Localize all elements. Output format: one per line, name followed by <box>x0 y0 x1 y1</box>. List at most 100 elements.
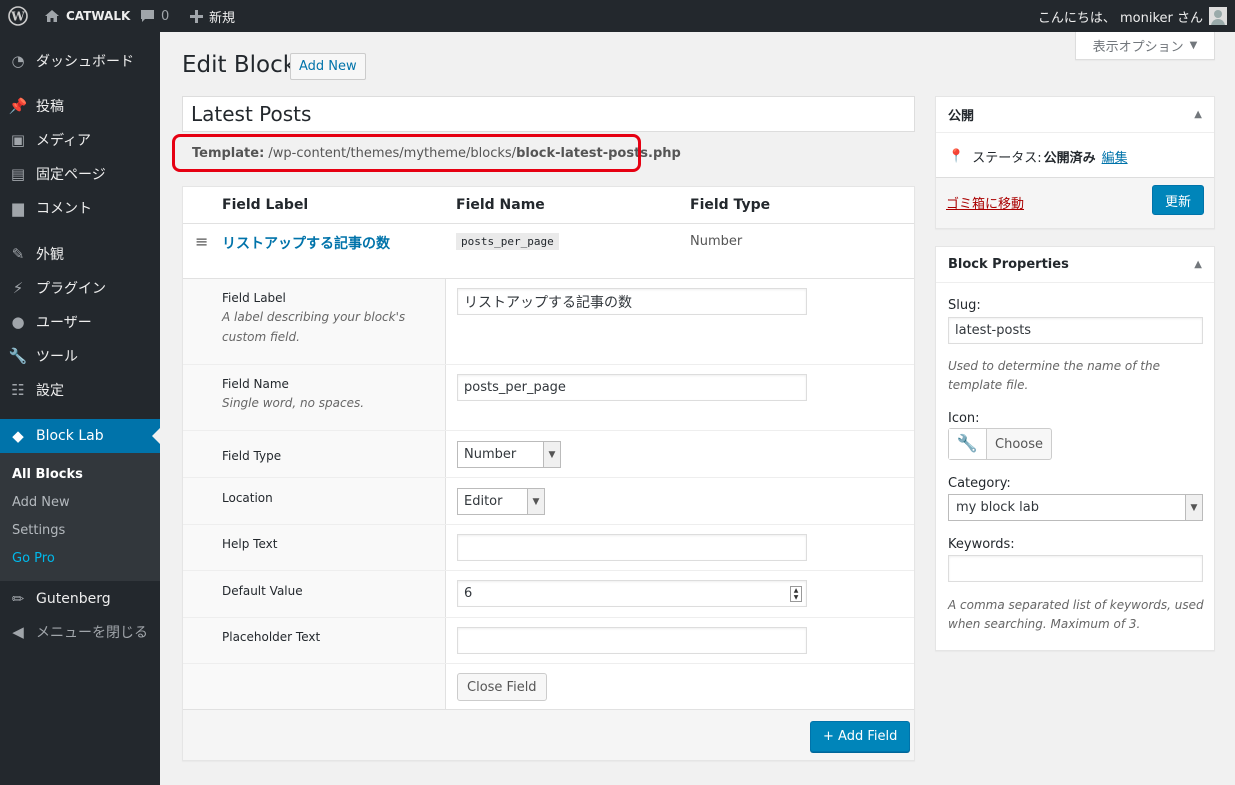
new-content-link[interactable]: 新規 <box>190 0 235 32</box>
wordpress-logo-icon[interactable]: W <box>8 0 28 32</box>
menu-item-media[interactable]: ▣ メディア <box>0 123 160 157</box>
divider <box>183 430 914 431</box>
divider <box>183 223 914 224</box>
menu-item-comments[interactable]: ▆ コメント <box>0 191 160 225</box>
setting-default-value-title: Default Value <box>222 584 303 598</box>
slug-input[interactable]: latest-posts <box>948 317 1203 344</box>
publish-box-title: 公開 <box>948 109 975 124</box>
site-name-link[interactable]: CATWALK <box>44 0 130 32</box>
site-name: CATWALK <box>66 9 131 23</box>
caret-down-icon: ▼ <box>1189 40 1198 51</box>
edit-status-link[interactable]: 編集 <box>1102 147 1128 166</box>
screen-options-button[interactable]: 表示オプション ▼ <box>1075 32 1215 60</box>
sliders-icon: ☷ <box>11 381 25 399</box>
menu-item-dashboard[interactable]: ◔ ダッシュボード <box>0 44 160 78</box>
publish-box: 公開 ▲ 📍 ステータス: 公開済み 編集 ゴミ箱に移動 更新 <box>935 96 1215 229</box>
menu-item-users[interactable]: ● ユーザー <box>0 305 160 339</box>
menu-item-tools[interactable]: 🔧 ツール <box>0 339 160 373</box>
menu-label: 設定 <box>36 383 64 399</box>
comments-link[interactable]: 0 <box>140 0 169 32</box>
menu-label: 固定ページ <box>36 167 106 183</box>
divider <box>183 570 914 571</box>
drag-handle-icon[interactable]: ≡ <box>195 232 208 251</box>
menu-label: Gutenberg <box>36 591 111 607</box>
menu-label: ツール <box>36 349 78 365</box>
update-button[interactable]: 更新 <box>1151 185 1204 215</box>
menu-label: 投稿 <box>36 99 64 115</box>
menu-label: コメント <box>36 201 92 217</box>
menu-item-posts[interactable]: 📌 投稿 <box>0 89 160 123</box>
select-value: Editor <box>464 494 503 509</box>
choose-icon-button[interactable]: Choose <box>987 429 1051 459</box>
collapse-menu-button[interactable]: ◀ メニューを閉じる <box>0 615 160 649</box>
placeholder-text-input[interactable] <box>457 627 807 654</box>
plug-icon: ⚡ <box>12 279 24 297</box>
pin-icon: 📍 <box>948 149 965 164</box>
plus-icon <box>190 9 203 23</box>
block-fields-box: Field Label Field Name Field Type ≡ リストア… <box>182 186 915 761</box>
submenu-go-pro[interactable]: Go Pro <box>12 551 55 566</box>
block-properties-header[interactable]: Block Properties ▲ <box>936 247 1214 283</box>
menu-item-appearance[interactable]: ✎ 外観 <box>0 237 160 271</box>
select-value: my block lab <box>956 500 1039 515</box>
menu-item-plugins[interactable]: ⚡ プラグイン <box>0 271 160 305</box>
field-name-input[interactable]: posts_per_page <box>457 374 807 401</box>
number-spinner-icon[interactable]: ▲ ▼ <box>790 586 802 602</box>
default-value-input[interactable]: 6 ▲ ▼ <box>457 580 807 607</box>
field-label-input[interactable]: リストアップする記事の数 <box>457 288 807 315</box>
dashboard-gauge-icon: ◔ <box>11 52 25 70</box>
input-value: 6 <box>464 586 473 601</box>
publish-box-header[interactable]: 公開 ▲ <box>936 97 1214 133</box>
submenu-add-new[interactable]: Add New <box>12 495 70 510</box>
chevron-down-icon: ▼ <box>543 442 560 467</box>
add-new-button[interactable]: Add New <box>290 53 366 80</box>
comment-count: 0 <box>161 8 170 24</box>
icon-label: Icon: <box>948 411 980 426</box>
admin-bar: W CATWALK 0 新規 こんにちは、 moniker さん <box>0 0 1235 32</box>
comment-bubble-icon <box>141 9 154 22</box>
location-select[interactable]: Editor ▼ <box>457 488 545 515</box>
icon-picker[interactable]: 🔧 Choose <box>948 428 1052 460</box>
keywords-input[interactable] <box>948 555 1203 582</box>
collapse-toggle-icon[interactable]: ▲ <box>1194 109 1202 120</box>
screen-options-label: 表示オプション <box>1092 40 1184 55</box>
field-row-label-link[interactable]: リストアップする記事の数 <box>222 233 390 253</box>
setting-location-title: Location <box>222 491 273 505</box>
divider <box>183 663 914 664</box>
menu-label: ユーザー <box>36 315 92 331</box>
wrench-icon: 🔧 <box>949 429 987 459</box>
menu-item-gutenberg[interactable]: ✏ Gutenberg <box>0 582 160 616</box>
comment-icon: ▆ <box>12 199 24 217</box>
add-field-button[interactable]: + Add Field <box>810 721 911 752</box>
close-field-button[interactable]: Close Field <box>457 673 547 701</box>
chevron-down-icon: ▼ <box>1185 495 1202 520</box>
page-icon: ▤ <box>10 165 26 183</box>
slug-label: Slug: <box>948 298 981 313</box>
setting-field-label-title: Field Label <box>222 291 286 305</box>
menu-item-block-lab[interactable]: ◆ Block Lab <box>0 419 160 453</box>
slug-description: Used to determine the name of the templa… <box>948 359 1160 392</box>
help-text-input[interactable] <box>457 534 807 561</box>
setting-field-label-desc: A label describing your block's custom f… <box>222 310 406 344</box>
submenu-all-blocks[interactable]: All Blocks <box>12 467 83 482</box>
category-select[interactable]: my block lab ▼ <box>948 494 1203 521</box>
collapse-toggle-icon[interactable]: ▲ <box>1194 259 1202 270</box>
block-properties-box: Block Properties ▲ Slug: latest-posts Us… <box>935 246 1215 651</box>
menu-label: 外観 <box>36 247 64 263</box>
menu-label: メニューを閉じる <box>36 625 148 641</box>
publish-actions: ゴミ箱に移動 更新 <box>936 177 1214 228</box>
divider <box>183 364 914 365</box>
move-to-trash-link[interactable]: ゴミ箱に移動 <box>946 193 1024 212</box>
menu-item-settings[interactable]: ☷ 設定 <box>0 373 160 407</box>
block-title-input[interactable]: Latest Posts <box>182 96 915 132</box>
field-type-select[interactable]: Number ▼ <box>457 441 561 468</box>
admin-menu: ◔ ダッシュボード 📌 投稿 ▣ メディア ▤ 固定ページ ▆ コメント ✎ 外… <box>0 32 160 785</box>
submenu-settings[interactable]: Settings <box>12 523 65 538</box>
user-account-menu[interactable]: こんにちは、 moniker さん <box>1038 0 1227 32</box>
menu-item-pages[interactable]: ▤ 固定ページ <box>0 157 160 191</box>
media-icon: ▣ <box>10 131 26 149</box>
chevron-down-icon: ▼ <box>527 489 544 514</box>
menu-label: Block Lab <box>36 428 104 444</box>
new-label: 新規 <box>209 10 236 26</box>
setting-help-text-title: Help Text <box>222 537 278 551</box>
